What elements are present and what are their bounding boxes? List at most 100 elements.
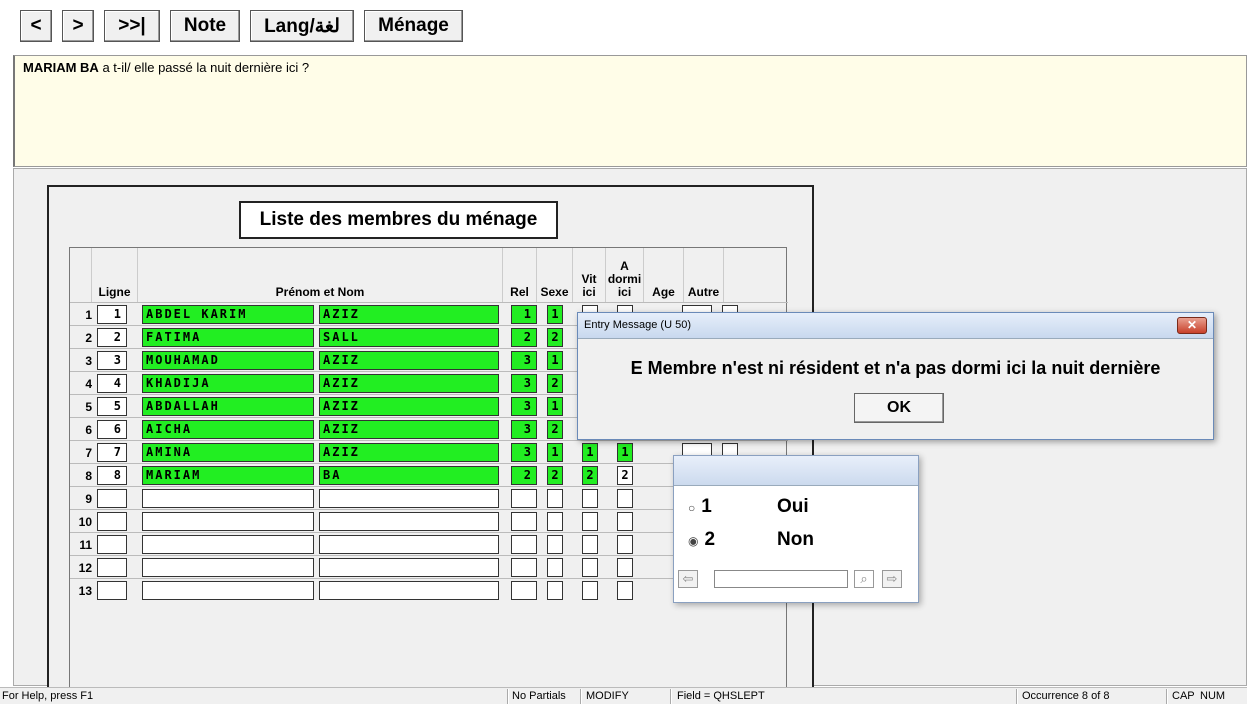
sexe-field[interactable] bbox=[547, 581, 563, 600]
rel-field[interactable]: 3 bbox=[511, 374, 537, 393]
sexe-field[interactable]: 1 bbox=[547, 397, 563, 416]
sexe-field[interactable]: 1 bbox=[547, 351, 563, 370]
vit-ici-field[interactable] bbox=[582, 489, 598, 508]
rel-field[interactable]: 3 bbox=[511, 443, 537, 462]
option-code: 1 bbox=[701, 496, 712, 517]
ligne-field[interactable]: 5 bbox=[97, 397, 127, 416]
previous-button[interactable]: < bbox=[20, 10, 52, 42]
sexe-field[interactable] bbox=[547, 558, 563, 577]
option-label: Non bbox=[777, 529, 814, 550]
vit-ici-field[interactable] bbox=[582, 581, 598, 600]
nom-field[interactable] bbox=[319, 512, 499, 531]
ligne-field[interactable]: 7 bbox=[97, 443, 127, 462]
prenom-field[interactable] bbox=[142, 535, 314, 554]
prenom-field[interactable]: KHADIJA bbox=[142, 374, 314, 393]
vit-ici-field[interactable] bbox=[582, 512, 598, 531]
nom-field[interactable]: AZIZ bbox=[319, 374, 499, 393]
nom-field[interactable] bbox=[319, 581, 499, 600]
ligne-field[interactable]: 6 bbox=[97, 420, 127, 439]
option-oui[interactable]: ○ 1 Oui bbox=[688, 496, 809, 518]
search-icon[interactable]: ⌕ bbox=[854, 570, 874, 588]
nom-field[interactable]: AZIZ bbox=[319, 397, 499, 416]
prenom-field[interactable]: AICHA bbox=[142, 420, 314, 439]
prenom-field[interactable] bbox=[142, 489, 314, 508]
a-dormi-field[interactable]: 1 bbox=[617, 443, 633, 462]
ligne-field[interactable] bbox=[97, 558, 127, 577]
ligne-field[interactable] bbox=[97, 535, 127, 554]
rel-field[interactable]: 2 bbox=[511, 466, 537, 485]
arrow-left-icon[interactable]: ⇦ bbox=[678, 570, 698, 588]
prenom-field[interactable]: MARIAM bbox=[142, 466, 314, 485]
radio-selected-icon[interactable]: ◉ bbox=[688, 534, 698, 548]
nom-field[interactable] bbox=[319, 558, 499, 577]
nom-field[interactable]: AZIZ bbox=[319, 351, 499, 370]
vit-ici-field[interactable] bbox=[582, 535, 598, 554]
option-non[interactable]: ◉ 2 Non bbox=[688, 529, 814, 551]
ligne-field[interactable] bbox=[97, 512, 127, 531]
vit-ici-field[interactable]: 2 bbox=[582, 466, 598, 485]
a-dormi-field[interactable] bbox=[617, 581, 633, 600]
ligne-field[interactable] bbox=[97, 581, 127, 600]
sexe-field[interactable] bbox=[547, 489, 563, 508]
a-dormi-field[interactable] bbox=[617, 558, 633, 577]
vit-ici-field[interactable]: 1 bbox=[582, 443, 598, 462]
rel-field[interactable] bbox=[511, 558, 537, 577]
nom-field[interactable] bbox=[319, 489, 499, 508]
nom-field[interactable]: AZIZ bbox=[319, 420, 499, 439]
prenom-field[interactable]: MOUHAMAD bbox=[142, 351, 314, 370]
rel-field[interactable]: 3 bbox=[511, 420, 537, 439]
a-dormi-field[interactable] bbox=[617, 512, 633, 531]
next-button[interactable]: > bbox=[62, 10, 94, 42]
radio-icon[interactable]: ○ bbox=[688, 501, 695, 515]
a-dormi-field[interactable] bbox=[617, 489, 633, 508]
prenom-field[interactable] bbox=[142, 581, 314, 600]
rel-field[interactable] bbox=[511, 512, 537, 531]
rel-field[interactable]: 3 bbox=[511, 351, 537, 370]
ligne-field[interactable]: 3 bbox=[97, 351, 127, 370]
lang-button[interactable]: Lang/لغة bbox=[250, 10, 354, 42]
nom-field[interactable]: AZIZ bbox=[319, 305, 499, 324]
prenom-field[interactable]: ABDEL KARIM bbox=[142, 305, 314, 324]
ligne-field[interactable]: 2 bbox=[97, 328, 127, 347]
sexe-field[interactable]: 2 bbox=[547, 328, 563, 347]
close-icon[interactable]: ✕ bbox=[1177, 317, 1207, 334]
prenom-field[interactable] bbox=[142, 512, 314, 531]
menage-button[interactable]: Ménage bbox=[364, 10, 463, 42]
ok-button[interactable]: OK bbox=[854, 393, 944, 423]
sexe-field[interactable]: 2 bbox=[547, 420, 563, 439]
nom-field[interactable]: BA bbox=[319, 466, 499, 485]
row-number: 5 bbox=[85, 400, 92, 414]
prenom-field[interactable]: AMINA bbox=[142, 443, 314, 462]
last-button[interactable]: >>| bbox=[104, 10, 160, 42]
sexe-field[interactable]: 1 bbox=[547, 443, 563, 462]
prenom-field[interactable]: ABDALLAH bbox=[142, 397, 314, 416]
note-button[interactable]: Note bbox=[170, 10, 240, 42]
nom-field[interactable]: SALL bbox=[319, 328, 499, 347]
a-dormi-field[interactable]: 2 bbox=[617, 466, 633, 485]
rel-field[interactable]: 3 bbox=[511, 397, 537, 416]
sexe-field[interactable]: 2 bbox=[547, 466, 563, 485]
popup-search-input[interactable] bbox=[714, 570, 848, 588]
nom-field[interactable]: AZIZ bbox=[319, 443, 499, 462]
rel-field[interactable]: 1 bbox=[511, 305, 537, 324]
rel-field[interactable] bbox=[511, 535, 537, 554]
popup-titlebar bbox=[674, 456, 918, 486]
prenom-field[interactable]: FATIMA bbox=[142, 328, 314, 347]
prenom-field[interactable] bbox=[142, 558, 314, 577]
rel-field[interactable]: 2 bbox=[511, 328, 537, 347]
arrow-right-icon[interactable]: ⇨ bbox=[882, 570, 902, 588]
sexe-field[interactable]: 2 bbox=[547, 374, 563, 393]
nom-field[interactable] bbox=[319, 535, 499, 554]
sexe-field[interactable] bbox=[547, 535, 563, 554]
ligne-field[interactable]: 4 bbox=[97, 374, 127, 393]
a-dormi-field[interactable] bbox=[617, 535, 633, 554]
sexe-field[interactable]: 1 bbox=[547, 305, 563, 324]
rel-field[interactable] bbox=[511, 489, 537, 508]
vit-ici-field[interactable] bbox=[582, 558, 598, 577]
ligne-field[interactable]: 1 bbox=[97, 305, 127, 324]
rel-field[interactable] bbox=[511, 581, 537, 600]
row-number: 6 bbox=[85, 423, 92, 437]
ligne-field[interactable]: 8 bbox=[97, 466, 127, 485]
ligne-field[interactable] bbox=[97, 489, 127, 508]
sexe-field[interactable] bbox=[547, 512, 563, 531]
